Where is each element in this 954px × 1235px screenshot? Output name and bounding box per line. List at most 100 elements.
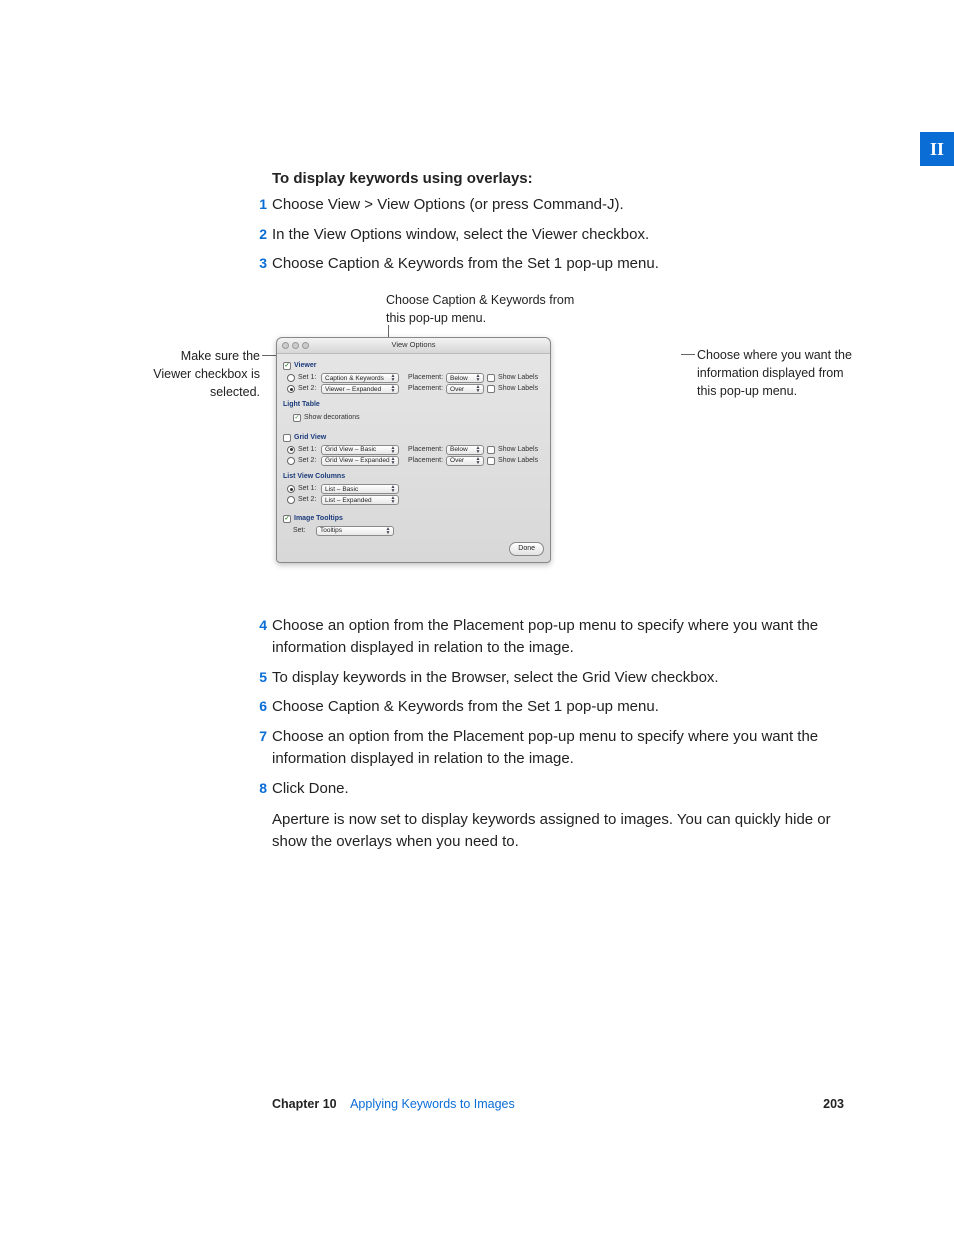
list-set2-radio[interactable] <box>287 496 295 504</box>
popup-value: Over <box>450 456 464 465</box>
step-text: To display keywords in the Browser, sele… <box>272 669 719 686</box>
grid-checkbox[interactable] <box>283 434 291 442</box>
placement-label: Placement: <box>408 384 443 394</box>
step-text: In the View Options window, select the V… <box>272 226 649 243</box>
callout-text: Choose Caption & Keywords from this pop-… <box>386 293 574 325</box>
list-view-label: List View Columns <box>283 472 544 482</box>
popup-value: Grid View – Basic <box>325 445 376 454</box>
chapter-title: Applying Keywords to Images <box>350 1097 515 1111</box>
step-number: 3 <box>253 253 267 273</box>
tooltips-popup[interactable]: Tooltips▲▼ <box>316 526 394 536</box>
show-decorations-checkbox[interactable]: ✓ <box>293 414 301 422</box>
set2-radio[interactable] <box>287 385 295 393</box>
step-number: 7 <box>253 726 267 746</box>
callout-left: Make sure the Viewer checkbox is selecte… <box>140 347 260 401</box>
viewer-row-1: Set 1: Caption & Keywords▲▼ Placement: B… <box>283 373 544 383</box>
steps-list-a: 1Choose View > View Options (or press Co… <box>272 194 842 275</box>
set-label: Set 2: <box>298 456 318 466</box>
step-text: Choose an option from the Placement pop-… <box>272 728 818 767</box>
popup-arrows-icon: ▲▼ <box>384 527 392 535</box>
list-row-2: Set 2: List – Expanded▲▼ <box>283 495 544 505</box>
step-text: Choose Caption & Keywords from the Set 1… <box>272 698 659 715</box>
set1-popup[interactable]: Caption & Keywords▲▼ <box>321 373 399 383</box>
placement-label: Placement: <box>408 445 443 455</box>
set-label: Set 1: <box>298 373 318 383</box>
panel-body: ✓ Viewer Set 1: Caption & Keywords▲▼ Pla… <box>277 354 550 562</box>
step-item: 5To display keywords in the Browser, sel… <box>272 667 842 689</box>
step-number: 1 <box>253 194 267 214</box>
show-labels-checkbox[interactable] <box>487 446 495 454</box>
show-labels-checkbox[interactable] <box>487 374 495 382</box>
popup-arrows-icon: ▲▼ <box>389 485 397 493</box>
tooltips-row: Set: Tooltips▲▼ <box>283 526 544 536</box>
show-labels-checkbox[interactable] <box>487 385 495 393</box>
page-content: To display keywords using overlays: 1Cho… <box>272 168 842 853</box>
step-text: Choose Caption & Keywords from the Set 1… <box>272 255 659 272</box>
grid-set2-popup[interactable]: Grid View – Expanded▲▼ <box>321 456 399 466</box>
popup-value: Below <box>450 445 468 454</box>
step-item: 3Choose Caption & Keywords from the Set … <box>272 253 842 275</box>
tooltips-checkbox[interactable]: ✓ <box>283 515 291 523</box>
set2-popup[interactable]: Viewer – Expanded▲▼ <box>321 384 399 394</box>
step-number: 6 <box>253 696 267 716</box>
popup-value: Caption & Keywords <box>325 374 384 383</box>
step-number: 2 <box>253 224 267 244</box>
placement-popup[interactable]: Over▲▼ <box>446 384 484 394</box>
popup-value: List – Basic <box>325 485 358 494</box>
set-label: Set 1: <box>298 445 318 455</box>
popup-arrows-icon: ▲▼ <box>389 457 397 465</box>
callout-line <box>681 354 695 355</box>
popup-value: Grid View – Expanded <box>325 456 390 465</box>
popup-value: Below <box>450 374 468 383</box>
show-labels-label: Show Labels <box>498 384 538 394</box>
grid-set1-popup[interactable]: Grid View – Basic ▲▼ <box>321 445 399 455</box>
placement-popup[interactable]: Over▲▼ <box>446 456 484 466</box>
set-label: Set 1: <box>298 484 318 494</box>
step-number: 8 <box>253 778 267 798</box>
popup-value: List – Expanded <box>325 496 372 505</box>
titlebar: View Options <box>277 338 550 354</box>
step-number: 4 <box>253 615 267 635</box>
done-button[interactable]: Done <box>509 542 544 556</box>
list-set1-popup[interactable]: List – Basic ▲▼ <box>321 484 399 494</box>
window-title: View Options <box>277 340 550 351</box>
popup-arrows-icon: ▲▼ <box>389 446 397 454</box>
placement-popup[interactable]: Below ▲▼ <box>446 445 484 455</box>
grid-label: Grid View <box>294 433 326 443</box>
popup-value: Over <box>450 385 464 394</box>
show-decorations-label: Show decorations <box>304 413 360 423</box>
footer-left: Chapter 10 Applying Keywords to Images <box>272 1095 515 1113</box>
tooltips-label: Image Tooltips <box>294 514 343 524</box>
step-item: 7Choose an option from the Placement pop… <box>272 726 842 770</box>
step-item: 1Choose View > View Options (or press Co… <box>272 194 842 216</box>
step-text: Choose an option from the Placement pop-… <box>272 617 818 656</box>
steps-list-b: 4Choose an option from the Placement pop… <box>272 615 842 799</box>
callout-text: Choose where you want the information di… <box>697 348 852 398</box>
placement-label: Placement: <box>408 456 443 466</box>
section-heading: To display keywords using overlays: <box>272 168 842 190</box>
viewer-section: ✓ Viewer <box>283 361 544 371</box>
viewer-checkbox[interactable]: ✓ <box>283 362 291 370</box>
popup-arrows-icon: ▲▼ <box>389 385 397 393</box>
viewer-row-2: Set 2: Viewer – Expanded▲▼ Placement: Ov… <box>283 384 544 394</box>
popup-arrows-icon: ▲▼ <box>474 446 482 454</box>
show-labels-label: Show Labels <box>498 456 538 466</box>
show-labels-checkbox[interactable] <box>487 457 495 465</box>
grid-set1-radio[interactable] <box>287 446 295 454</box>
list-row-1: Set 1: List – Basic ▲▼ <box>283 484 544 494</box>
chapter-label: Chapter 10 <box>272 1097 337 1111</box>
closing-paragraph: Aperture is now set to display keywords … <box>272 809 842 853</box>
list-set1-radio[interactable] <box>287 485 295 493</box>
step-item: 4Choose an option from the Placement pop… <box>272 615 842 659</box>
placement-popup[interactable]: Below▲▼ <box>446 373 484 383</box>
step-text: Click Done. <box>272 780 349 797</box>
set1-radio[interactable] <box>287 374 295 382</box>
callout-top: Choose Caption & Keywords from this pop-… <box>386 291 576 327</box>
view-options-panel: View Options ✓ Viewer Set 1: Caption & K… <box>276 337 551 563</box>
tooltips-section: ✓ Image Tooltips <box>283 514 544 524</box>
viewer-label: Viewer <box>294 361 316 371</box>
list-set2-popup[interactable]: List – Expanded▲▼ <box>321 495 399 505</box>
step-item: 6Choose Caption & Keywords from the Set … <box>272 696 842 718</box>
page-number: 203 <box>823 1095 844 1113</box>
grid-set2-radio[interactable] <box>287 457 295 465</box>
